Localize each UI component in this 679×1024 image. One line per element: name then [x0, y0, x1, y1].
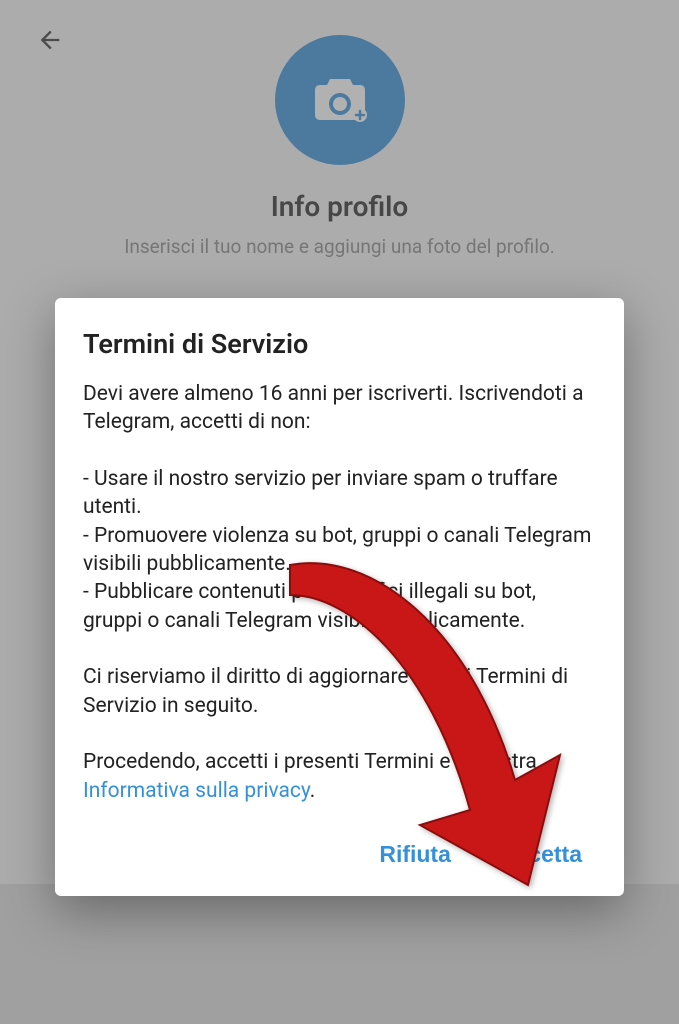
- accept-button[interactable]: Accetta: [495, 833, 586, 876]
- terms-proceed-suffix: .: [310, 779, 316, 803]
- terms-bullet-1: - Usare il nostro servizio per inviare s…: [83, 467, 558, 519]
- terms-proceed-prefix: Procedendo, accetti i presenti Termini e…: [83, 750, 537, 774]
- dialog-actions: Rifiuta Accetta: [83, 833, 596, 876]
- terms-dialog: Termini di Servizio Devi avere almeno 16…: [55, 298, 624, 896]
- dialog-title: Termini di Servizio: [83, 328, 596, 360]
- dialog-body: Devi avere almeno 16 anni per iscriverti…: [83, 380, 596, 805]
- terms-reserve: Ci riserviamo il diritto di aggiornare q…: [83, 665, 568, 717]
- terms-bullet-3: - Pubblicare contenuti pornografici ille…: [83, 580, 536, 632]
- terms-intro: Devi avere almeno 16 anni per iscriverti…: [83, 382, 584, 434]
- reject-button[interactable]: Rifiuta: [375, 833, 455, 876]
- privacy-link[interactable]: Informativa sulla privacy: [83, 779, 310, 803]
- terms-bullet-2: - Promuovere violenza su bot, gruppi o c…: [83, 524, 591, 576]
